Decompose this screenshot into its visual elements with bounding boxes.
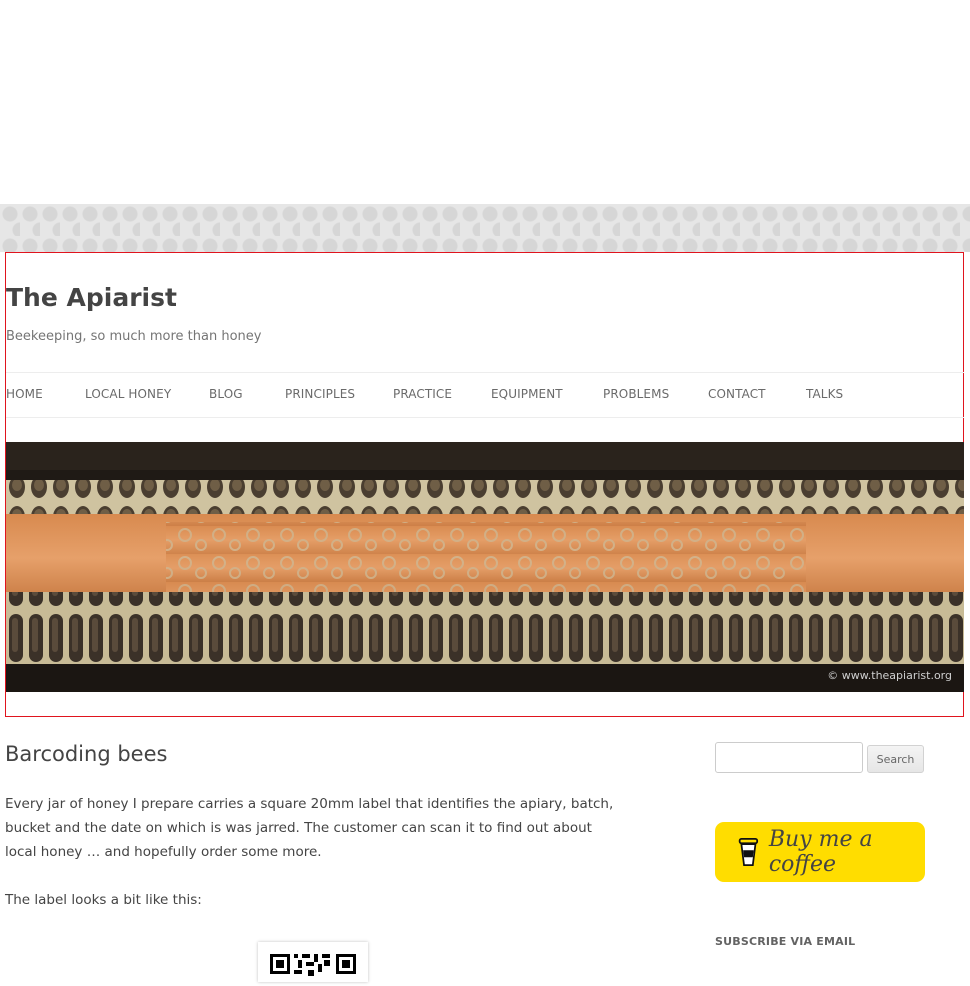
nav-item-problems[interactable]: PROBLEMS bbox=[603, 387, 669, 401]
nav-item-local-honey[interactable]: LOCAL HONEY bbox=[85, 387, 171, 401]
qr-label-image bbox=[258, 942, 368, 982]
coffee-button-label: Buy me a coffee bbox=[768, 827, 873, 877]
coffee-cup-icon bbox=[738, 837, 759, 867]
banner-credit: © www.theapiarist.org bbox=[827, 669, 952, 682]
post-content: Every jar of honey I prepare carries a s… bbox=[5, 792, 615, 936]
site-header: The Apiarist Beekeeping, so much more th… bbox=[5, 252, 964, 717]
nav-item-contact[interactable]: CONTACT bbox=[708, 387, 766, 401]
search-input[interactable] bbox=[715, 742, 863, 773]
nav-item-practice[interactable]: PRACTICE bbox=[393, 387, 452, 401]
nav-item-blog[interactable]: BLOG bbox=[209, 387, 243, 401]
search-button[interactable]: Search bbox=[867, 745, 924, 773]
buy-me-a-coffee-button[interactable]: Buy me a coffee bbox=[715, 822, 925, 882]
qr-code-icon bbox=[270, 954, 356, 976]
honeycomb-background-band bbox=[0, 204, 970, 252]
post-title[interactable]: Barcoding bees bbox=[5, 742, 167, 766]
site-title[interactable]: The Apiarist bbox=[6, 283, 177, 312]
nav-item-equipment[interactable]: EQUIPMENT bbox=[491, 387, 563, 401]
nav-item-home[interactable]: HOME bbox=[6, 387, 43, 401]
site-description: Beekeeping, so much more than honey bbox=[6, 329, 262, 344]
nav-item-talks[interactable]: TALKS bbox=[806, 387, 843, 401]
main-navigation: HOME LOCAL HONEY BLOG PRINCIPLES PRACTIC… bbox=[6, 372, 964, 418]
top-blank-area bbox=[0, 0, 970, 204]
post-paragraph: Every jar of honey I prepare carries a s… bbox=[5, 796, 614, 860]
post-paragraph: The label looks a bit like this: bbox=[5, 892, 202, 908]
subscribe-widget-title: SUBSCRIBE VIA EMAIL bbox=[715, 935, 856, 948]
honeycomb-cross-section-image bbox=[6, 442, 964, 692]
header-banner-image[interactable]: © www.theapiarist.org bbox=[6, 442, 964, 692]
nav-item-principles[interactable]: PRINCIPLES bbox=[285, 387, 355, 401]
